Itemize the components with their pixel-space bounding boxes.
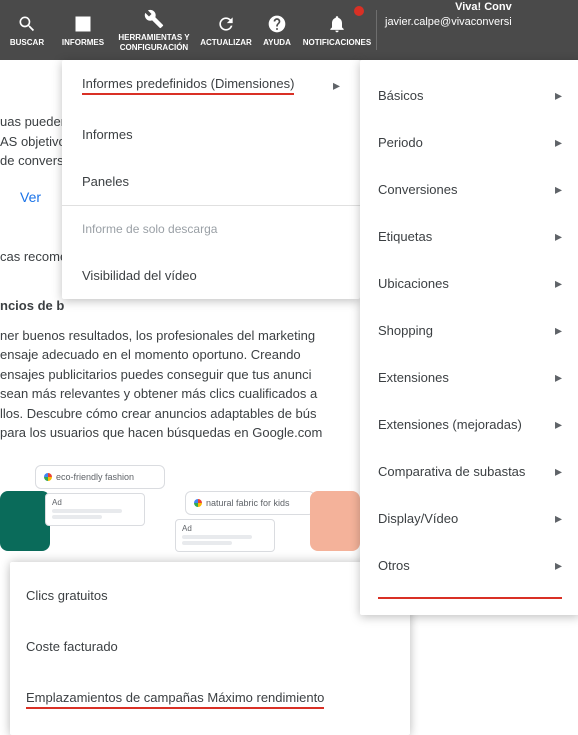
menu-extensiones-mejoradas[interactable]: Extensiones (mejoradas) ▸ bbox=[360, 401, 578, 448]
underline-highlight bbox=[378, 597, 562, 599]
menu-label: Ubicaciones bbox=[378, 276, 449, 291]
illustration-ad-box: Ad bbox=[45, 493, 145, 526]
menu-label: Extensiones (mejoradas) bbox=[378, 417, 522, 432]
google-icon bbox=[194, 499, 202, 507]
bell-icon bbox=[327, 14, 347, 34]
menu-label: Otros bbox=[378, 558, 410, 573]
menu-shopping[interactable]: Shopping ▸ bbox=[360, 307, 578, 354]
ad-label: Ad bbox=[52, 498, 62, 507]
menu-pmax-placements[interactable]: Emplazamientos de campañas Máximo rendim… bbox=[10, 672, 410, 727]
menu-comparativa-subastas[interactable]: Comparativa de subastas ▸ bbox=[360, 448, 578, 495]
menu-billed-cost[interactable]: Coste facturado bbox=[10, 621, 410, 672]
reports-label: INFORMES bbox=[62, 38, 104, 48]
chevron-right-icon: ▸ bbox=[333, 77, 340, 94]
refresh-icon bbox=[216, 14, 236, 34]
chevron-right-icon: ▸ bbox=[555, 87, 562, 104]
help-label: AYUDA bbox=[263, 38, 291, 48]
menu-label: Emplazamientos de campañas Máximo rendim… bbox=[26, 690, 324, 709]
menu-predefined-reports[interactable]: Informes predefinidos (Dimensiones) ▸ bbox=[62, 60, 360, 111]
menu-label: Comparativa de subastas bbox=[378, 464, 525, 479]
notifications-button[interactable]: NOTIFICACIONES bbox=[298, 0, 376, 60]
illustration: eco-friendly fashion Ad natural fabric f… bbox=[0, 461, 360, 561]
search-icon bbox=[17, 14, 37, 34]
chevron-right-icon: ▸ bbox=[555, 322, 562, 339]
menu-free-clicks[interactable]: Clics gratuitos bbox=[10, 570, 410, 621]
menu-display-video[interactable]: Display/Vídeo ▸ bbox=[360, 495, 578, 542]
account-email: javier.calpe@vivaconversi bbox=[385, 15, 512, 30]
menu-label: Informes bbox=[82, 127, 133, 142]
help-button[interactable]: AYUDA bbox=[256, 0, 298, 60]
illustration-person bbox=[0, 491, 50, 551]
ill-text: eco-friendly fashion bbox=[56, 472, 134, 482]
menu-download-only: Informe de solo descarga bbox=[62, 206, 360, 252]
chevron-right-icon: ▸ bbox=[555, 134, 562, 151]
menu-etiquetas[interactable]: Etiquetas ▸ bbox=[360, 213, 578, 260]
reports-dropdown: Informes predefinidos (Dimensiones) ▸ In… bbox=[62, 60, 360, 299]
google-icon bbox=[44, 473, 52, 481]
tools-label: HERRAMIENTAS Y CONFIGURACIÓN bbox=[118, 33, 190, 52]
menu-label: Coste facturado bbox=[26, 639, 118, 654]
illustration-search-box: eco-friendly fashion bbox=[35, 465, 165, 489]
menu-label: Extensiones bbox=[378, 370, 449, 385]
chevron-right-icon: ▸ bbox=[555, 557, 562, 574]
menu-ubicaciones[interactable]: Ubicaciones ▸ bbox=[360, 260, 578, 307]
help-icon bbox=[267, 14, 287, 34]
chevron-right-icon: ▸ bbox=[555, 181, 562, 198]
illustration-person bbox=[310, 491, 360, 551]
illustration-ad-box: Ad bbox=[175, 519, 275, 552]
menu-informes[interactable]: Informes bbox=[62, 111, 360, 158]
refresh-button[interactable]: ACTUALIZAR bbox=[196, 0, 256, 60]
categories-dropdown: Básicos ▸ Periodo ▸ Conversiones ▸ Etiqueta… bbox=[360, 60, 578, 615]
menu-label: Básicos bbox=[378, 88, 424, 103]
illustration-search-box: natural fabric for kids bbox=[185, 491, 315, 515]
menu-label: Etiquetas bbox=[378, 229, 432, 244]
chart-icon bbox=[73, 14, 93, 34]
chevron-right-icon: ▸ bbox=[555, 416, 562, 433]
chevron-right-icon: ▸ bbox=[555, 510, 562, 527]
ill-text: natural fabric for kids bbox=[206, 498, 290, 508]
chevron-right-icon: ▸ bbox=[555, 463, 562, 480]
search-label: BUSCAR bbox=[10, 38, 44, 48]
menu-label: Informes predefinidos (Dimensiones) bbox=[82, 76, 294, 95]
menu-label: Informe de solo descarga bbox=[82, 222, 217, 236]
menu-label: Periodo bbox=[378, 135, 423, 150]
refresh-label: ACTUALIZAR bbox=[200, 38, 252, 48]
menu-periodo[interactable]: Periodo ▸ bbox=[360, 119, 578, 166]
search-button[interactable]: BUSCAR bbox=[0, 0, 54, 60]
menu-label: Paneles bbox=[82, 174, 129, 189]
menu-paneles[interactable]: Paneles bbox=[62, 158, 360, 205]
tools-button[interactable]: HERRAMIENTAS Y CONFIGURACIÓN bbox=[112, 0, 196, 60]
ver-button[interactable]: Ver bbox=[6, 181, 55, 213]
menu-label: Shopping bbox=[378, 323, 433, 338]
notifications-label: NOTIFICACIONES bbox=[303, 38, 371, 48]
chevron-right-icon: ▸ bbox=[555, 228, 562, 245]
menu-extensiones[interactable]: Extensiones ▸ bbox=[360, 354, 578, 401]
account-company: Viva! Conv bbox=[385, 0, 512, 15]
reports-button[interactable]: INFORMES bbox=[54, 0, 112, 60]
other-dropdown: Clics gratuitos Coste facturado Emplazam… bbox=[10, 562, 410, 735]
menu-basicos[interactable]: Básicos ▸ bbox=[360, 72, 578, 119]
menu-label: Display/Vídeo bbox=[378, 511, 458, 526]
chevron-right-icon: ▸ bbox=[555, 369, 562, 386]
wrench-icon bbox=[144, 9, 164, 29]
menu-conversiones[interactable]: Conversiones ▸ bbox=[360, 166, 578, 213]
chevron-right-icon: ▸ bbox=[555, 275, 562, 292]
menu-label: Clics gratuitos bbox=[26, 588, 108, 603]
menu-otros[interactable]: Otros ▸ bbox=[360, 542, 578, 589]
ad-label: Ad bbox=[182, 524, 192, 533]
menu-label: Conversiones bbox=[378, 182, 458, 197]
account-block[interactable]: Viva! Conv javier.calpe@vivaconversi bbox=[377, 0, 520, 31]
menu-label: Visibilidad del vídeo bbox=[82, 268, 197, 283]
menu-video-visibility[interactable]: Visibilidad del vídeo bbox=[62, 252, 360, 299]
